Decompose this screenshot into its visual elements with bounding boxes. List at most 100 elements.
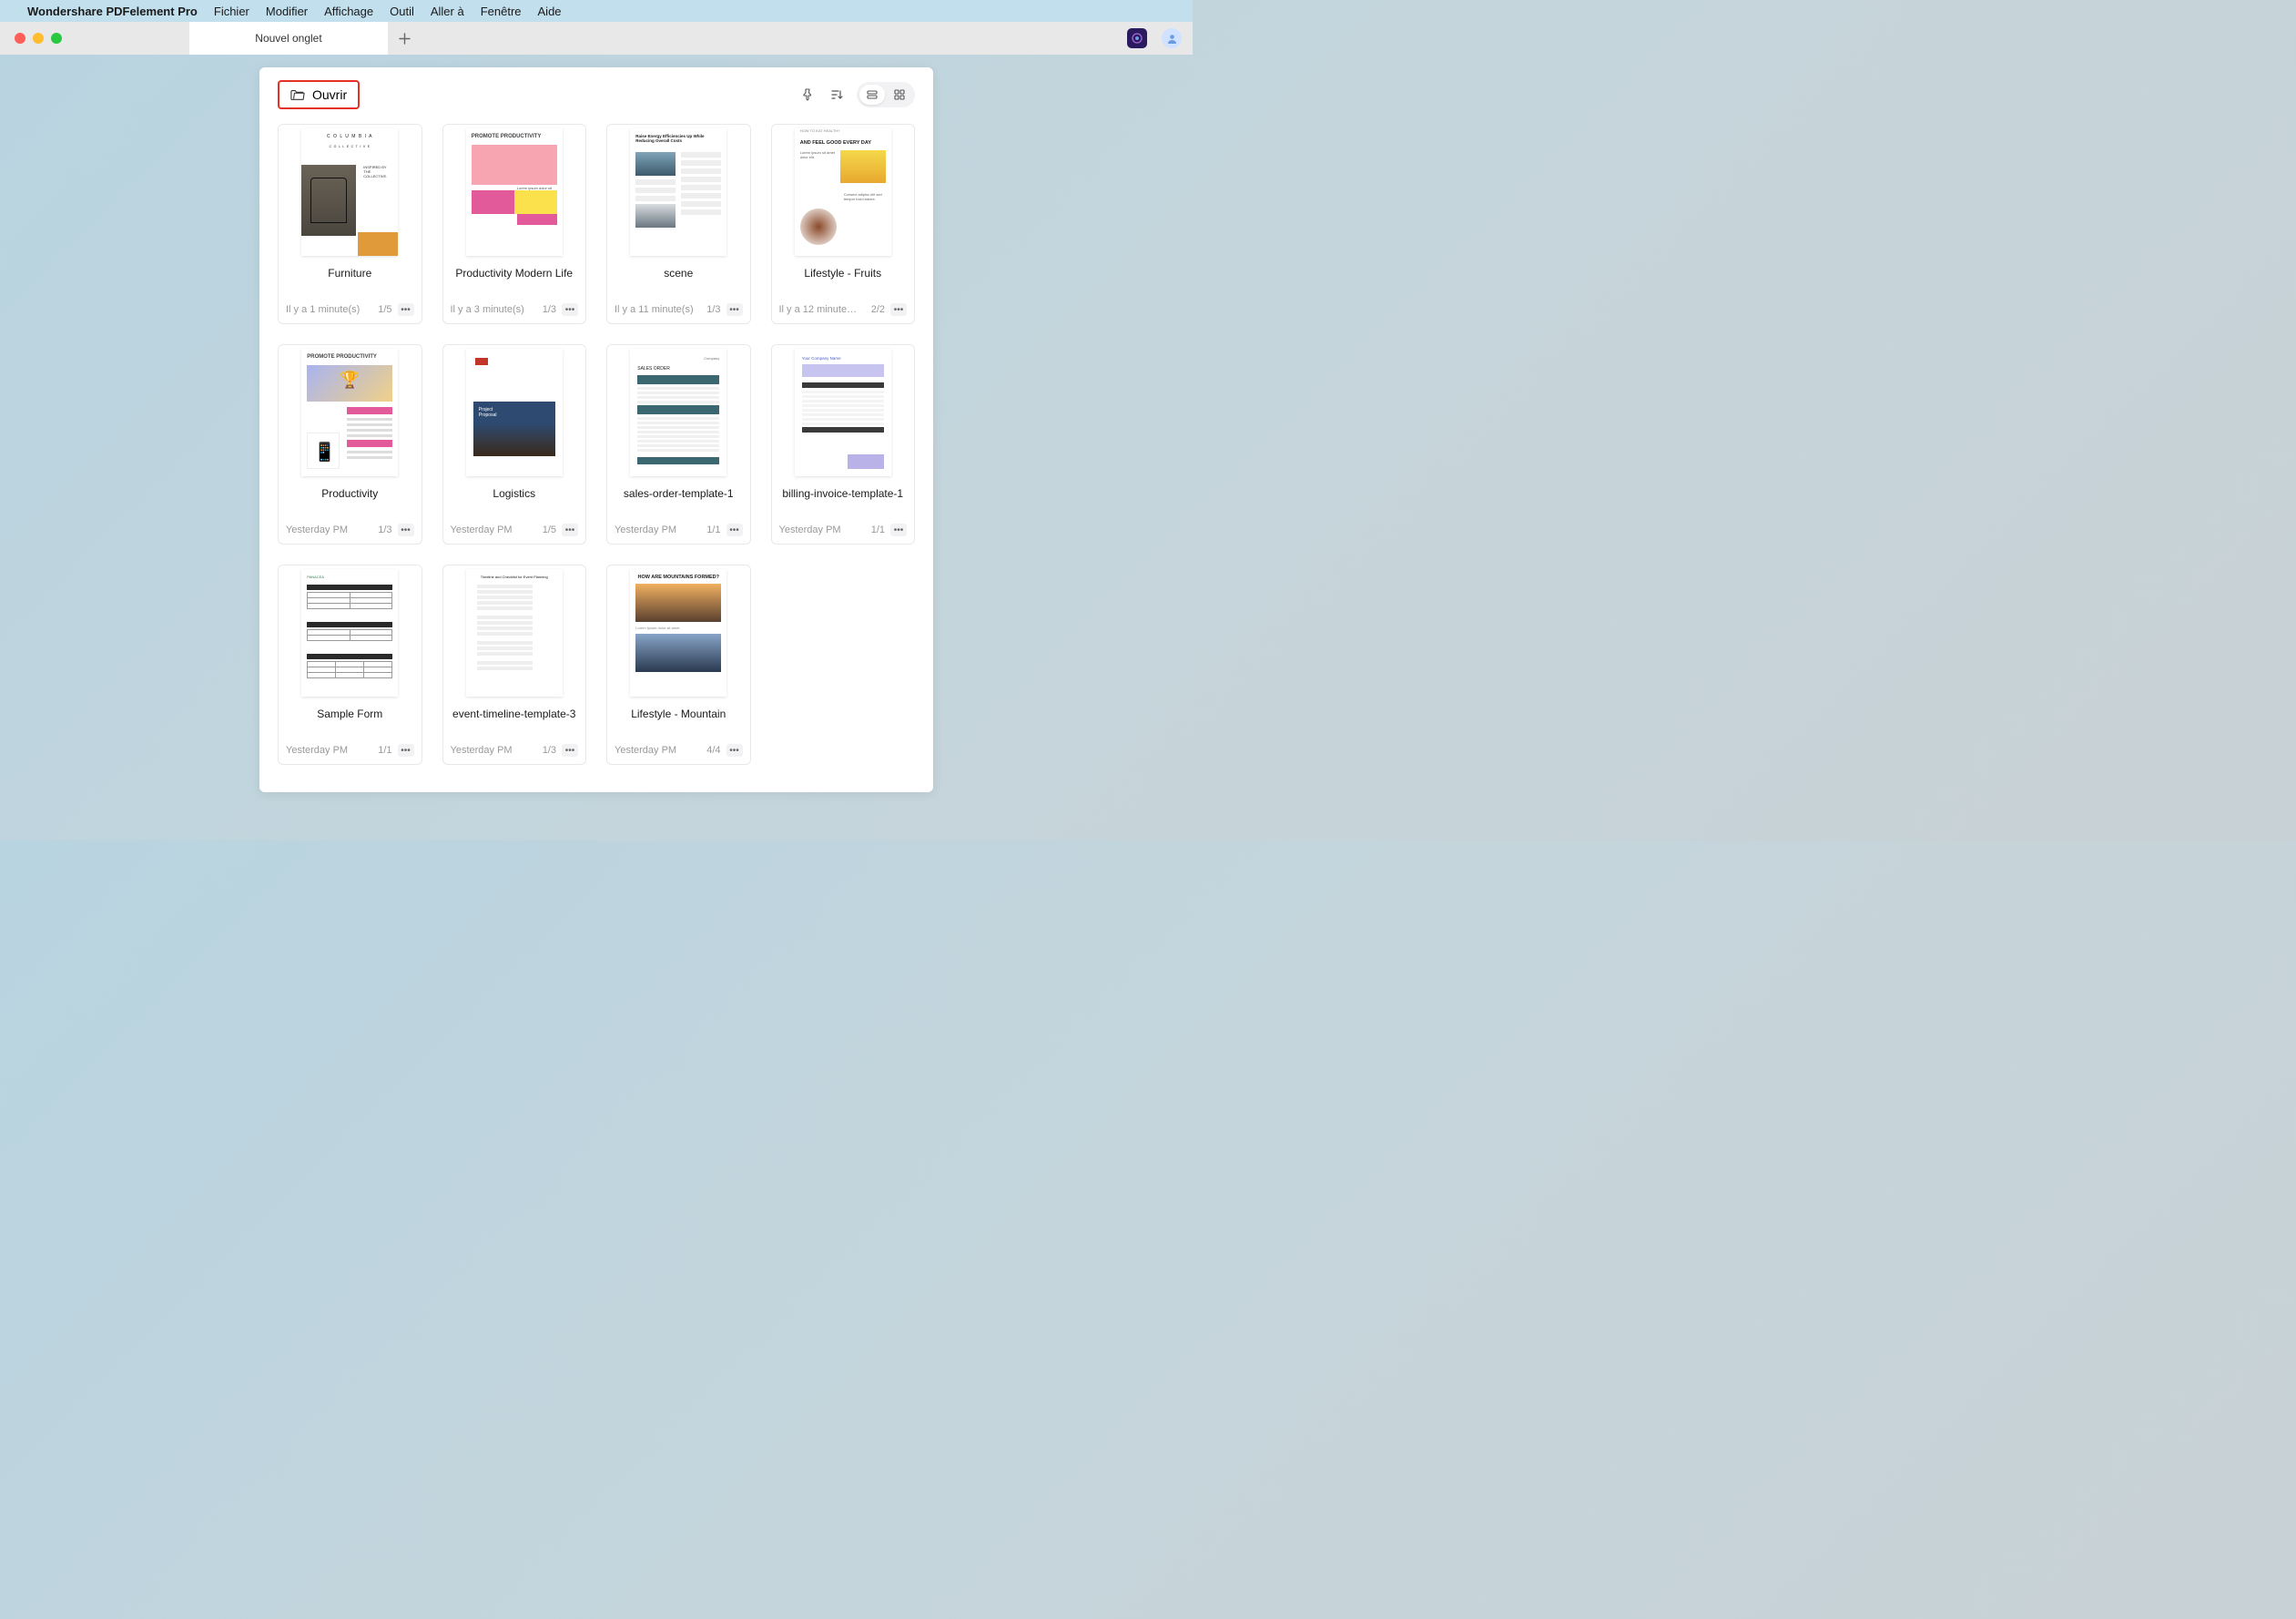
file-title: scene <box>607 260 750 298</box>
sort-icon[interactable] <box>828 86 846 104</box>
file-pages: 1/1 <box>378 745 391 756</box>
file-pages: 2/2 <box>871 304 885 315</box>
file-title: sales-order-template-1 <box>607 480 750 518</box>
file-time: Il y a 1 minute(s) <box>286 304 372 315</box>
file-pages: 1/3 <box>543 745 556 756</box>
fullscreen-window-icon[interactable] <box>51 33 62 44</box>
file-pages: 1/3 <box>706 304 720 315</box>
thumbnail: PROMOTE PRODUCTIVITY Lorem ipsum dolor s… <box>443 125 586 260</box>
tab-new[interactable]: Nouvel onglet <box>189 22 388 55</box>
file-time: Il y a 11 minute(s) <box>615 304 701 315</box>
file-time: Il y a 3 minute(s) <box>451 304 537 315</box>
app-name[interactable]: Wondershare PDFelement Pro <box>27 5 198 18</box>
more-button[interactable]: ••• <box>890 524 907 536</box>
list-view-button[interactable] <box>859 85 885 105</box>
macos-menubar: Wondershare PDFelement Pro Fichier Modif… <box>0 0 1193 22</box>
thumbnail: Project Proposal <box>443 345 586 480</box>
pin-icon[interactable] <box>798 86 817 104</box>
file-meta: Yesterday PM 1/1 ••• <box>607 518 750 544</box>
file-time: Yesterday PM <box>286 745 372 756</box>
tab-label: Nouvel onglet <box>255 32 321 45</box>
file-time: Yesterday PM <box>451 524 537 535</box>
file-meta: Yesterday PM 1/3 ••• <box>443 738 586 764</box>
file-card[interactable]: PROMOTE PRODUCTIVITY Productivity Yester… <box>278 344 422 545</box>
file-time: Yesterday PM <box>779 524 866 535</box>
file-meta: Il y a 1 minute(s) 1/5 ••• <box>279 298 422 323</box>
file-card[interactable]: Company SALES ORDER sales-order-template… <box>606 344 751 545</box>
file-card[interactable]: Your Company Name billing-invoice-templa… <box>771 344 916 545</box>
minimize-window-icon[interactable] <box>33 33 44 44</box>
more-button[interactable]: ••• <box>562 303 578 316</box>
file-meta: Yesterday PM 1/1 ••• <box>279 738 422 764</box>
menu-fenetre[interactable]: Fenêtre <box>481 5 522 18</box>
file-card[interactable]: HOW TO EAT HEALTHY AND FEEL GOOD EVERY D… <box>771 124 916 324</box>
file-title: Productivity <box>279 480 422 518</box>
file-title: Sample Form <box>279 700 422 738</box>
file-meta: Yesterday PM 1/3 ••• <box>279 518 422 544</box>
folder-open-icon <box>290 88 305 101</box>
file-card[interactable]: C O L U M B I A C O L L E C T I V E INSP… <box>278 124 422 324</box>
file-pages: 1/3 <box>543 304 556 315</box>
file-pages: 1/5 <box>543 524 556 535</box>
more-button[interactable]: ••• <box>398 303 414 316</box>
file-title: Logistics <box>443 480 586 518</box>
file-meta: Il y a 11 minute(s) 1/3 ••• <box>607 298 750 323</box>
file-title: Lifestyle - Mountain <box>607 700 750 738</box>
view-toggle <box>857 82 915 107</box>
menu-allera[interactable]: Aller à <box>431 5 464 18</box>
menu-fichier[interactable]: Fichier <box>214 5 249 18</box>
file-card[interactable]: Raise Energy Efficiencies Up While Reduc… <box>606 124 751 324</box>
thumbnail: Timeline and Checklist for Event Plannin… <box>443 565 586 700</box>
brand-icon[interactable] <box>1127 28 1147 48</box>
file-card[interactable]: PANACEA Sample Form Yesterday PM 1/1 ••• <box>278 565 422 765</box>
thumbnail: Raise Energy Efficiencies Up While Reduc… <box>607 125 750 260</box>
thumbnail: HOW ARE MOUNTAINS FORMED? Lorem ipsum do… <box>607 565 750 700</box>
main-panel: Ouvrir C O L U M B I <box>259 67 933 792</box>
more-button[interactable]: ••• <box>726 303 743 316</box>
close-window-icon[interactable] <box>15 33 25 44</box>
file-title: billing-invoice-template-1 <box>772 480 915 518</box>
file-card[interactable]: PROMOTE PRODUCTIVITY Lorem ipsum dolor s… <box>442 124 587 324</box>
new-tab-button[interactable] <box>388 22 421 55</box>
more-button[interactable]: ••• <box>726 524 743 536</box>
tab-bar: Nouvel onglet <box>189 22 421 55</box>
file-card[interactable]: Project Proposal Logistics Yesterday PM … <box>442 344 587 545</box>
more-button[interactable]: ••• <box>890 303 907 316</box>
file-grid: C O L U M B I A C O L L E C T I V E INSP… <box>278 124 915 765</box>
file-time: Il y a 12 minute… <box>779 304 866 315</box>
grid-view-button[interactable] <box>887 85 912 105</box>
file-card[interactable]: Timeline and Checklist for Event Plannin… <box>442 565 587 765</box>
menu-aide[interactable]: Aide <box>538 5 562 18</box>
file-time: Yesterday PM <box>615 745 701 756</box>
user-avatar-icon[interactable] <box>1162 28 1182 48</box>
file-title: Furniture <box>279 260 422 298</box>
file-card[interactable]: HOW ARE MOUNTAINS FORMED? Lorem ipsum do… <box>606 565 751 765</box>
file-time: Yesterday PM <box>615 524 701 535</box>
thumbnail: PANACEA <box>279 565 422 700</box>
file-pages: 1/1 <box>871 524 885 535</box>
traffic-lights <box>0 33 62 44</box>
more-button[interactable]: ••• <box>562 524 578 536</box>
more-button[interactable]: ••• <box>562 744 578 757</box>
thumbnail: HOW TO EAT HEALTHY AND FEEL GOOD EVERY D… <box>772 125 915 260</box>
file-title: Lifestyle - Fruits <box>772 260 915 298</box>
file-meta: Yesterday PM 1/5 ••• <box>443 518 586 544</box>
menu-affichage[interactable]: Affichage <box>324 5 373 18</box>
file-meta: Il y a 3 minute(s) 1/3 ••• <box>443 298 586 323</box>
file-meta: Yesterday PM 4/4 ••• <box>607 738 750 764</box>
more-button[interactable]: ••• <box>398 744 414 757</box>
thumbnail: Your Company Name <box>772 345 915 480</box>
file-pages: 1/1 <box>706 524 720 535</box>
file-pages: 1/5 <box>378 304 391 315</box>
file-pages: 1/3 <box>378 524 391 535</box>
file-time: Yesterday PM <box>286 524 372 535</box>
open-label: Ouvrir <box>312 87 347 102</box>
open-button[interactable]: Ouvrir <box>278 80 360 109</box>
menu-modifier[interactable]: Modifier <box>266 5 308 18</box>
more-button[interactable]: ••• <box>726 744 743 757</box>
file-title: event-timeline-template-3 <box>443 700 586 738</box>
menu-outil[interactable]: Outil <box>390 5 414 18</box>
more-button[interactable]: ••• <box>398 524 414 536</box>
file-time: Yesterday PM <box>451 745 537 756</box>
file-meta: Yesterday PM 1/1 ••• <box>772 518 915 544</box>
